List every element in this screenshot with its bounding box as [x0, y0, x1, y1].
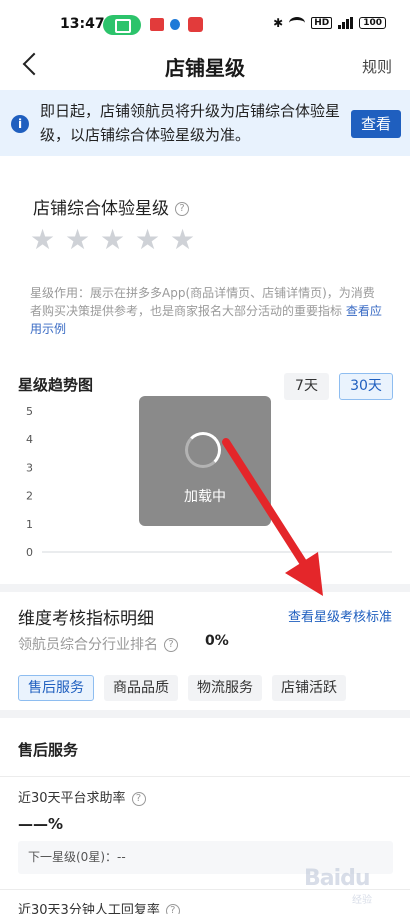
network-badge: HD [311, 17, 333, 29]
bluetooth-icon: ✱ [273, 16, 284, 30]
y-tick-label: 2 [26, 490, 33, 503]
dimension-tabs: 售后服务 商品品质 物流服务 店铺活跃 [18, 675, 346, 701]
help-rate-value: ——% [18, 815, 64, 833]
tab-logistics[interactable]: 物流服务 [188, 675, 262, 701]
help-icon[interactable]: ? [164, 638, 178, 652]
help-icon[interactable]: ? [175, 202, 189, 216]
star-icon: ★ [30, 223, 56, 256]
notice-view-button[interactable]: 查看 [351, 110, 401, 138]
star-description-text: 星级作用：展示在拼多多App(商品详情页、店铺详情页)，为消费者购买决策提供参考… [30, 286, 375, 318]
star-section-title-text: 店铺综合体验星级 [33, 199, 169, 219]
y-tick-label: 5 [26, 405, 33, 418]
trend-card: 星级趋势图 7天 30天 543210 加载中 [0, 356, 410, 584]
loading-spinner-icon [185, 432, 221, 468]
rank-value: 0% [205, 633, 229, 649]
reply-rate-label: 近30天3分钟人工回复率? [18, 899, 180, 914]
tab-product-quality[interactable]: 商品品质 [104, 675, 178, 701]
dimension-card: 维度考核指标明细 查看星级考核标准 领航员综合分行业排名? 0% 售后服务 商品… [0, 592, 410, 710]
signal-icon [338, 17, 354, 29]
status-icons: ✱ HD 100 [273, 16, 386, 30]
nav-bar: 店铺星级 规则 [0, 40, 410, 90]
y-tick-label: 3 [26, 461, 33, 474]
battery-icon: 100 [359, 17, 386, 29]
help-rate-label-text: 近30天平台求助率 [18, 791, 126, 806]
page-title: 店铺星级 [165, 56, 245, 80]
y-tick-label: 0 [26, 546, 33, 559]
y-tick-label: 4 [26, 433, 33, 446]
reply-rate-label-text: 近30天3分钟人工回复率 [18, 903, 160, 914]
y-tick-label: 1 [26, 518, 33, 531]
star-icon: ★ [100, 223, 126, 256]
loading-overlay: 加载中 [139, 396, 271, 526]
wifi-icon [289, 17, 306, 29]
status-time: 13:47 [60, 16, 105, 32]
tab-store-activity[interactable]: 店铺活跃 [272, 675, 346, 701]
info-icon: i [11, 115, 29, 133]
help-icon[interactable]: ? [165, 903, 180, 914]
store-star-card: 店铺综合体验星级? ★ ★ ★ ★ ★ 星级作用：展示在拼多多App(商品详情页… [0, 156, 410, 356]
star-icon: ★ [135, 223, 161, 256]
tab-after-sales[interactable]: 售后服务 [18, 675, 94, 701]
rank-label-text: 领航员综合分行业排名 [18, 637, 158, 653]
help-rate-label: 近30天平台求助率? [18, 787, 146, 806]
view-standard-link[interactable]: 查看星级考核标准 [288, 606, 392, 625]
screen-cast-icon [103, 15, 141, 35]
app-notification-icon [170, 19, 180, 30]
star-rating: ★ ★ ★ ★ ★ [30, 226, 198, 254]
rules-link[interactable]: 规则 [362, 56, 392, 77]
status-bar: 13:47 ✱ HD 100 [0, 0, 410, 40]
loading-text: 加载中 [184, 489, 226, 505]
app-notification-icon [188, 17, 203, 32]
after-sales-title: 售后服务 [18, 741, 79, 759]
notice-banner: i 即日起，店铺领航员将升级为店铺综合体验星级，以店铺综合体验星级为准。 查看 [0, 90, 410, 156]
star-description: 星级作用：展示在拼多多App(商品详情页、店铺详情页)，为消费者购买决策提供参考… [30, 284, 382, 338]
app-notification-icon [150, 18, 164, 31]
divider [0, 776, 410, 777]
watermark-sub: 经验 [352, 895, 372, 906]
watermark: Baidu 经验 [296, 862, 406, 906]
help-icon[interactable]: ? [131, 791, 146, 806]
notice-text: 即日起，店铺领航员将升级为店铺综合体验星级，以店铺综合体验星级为准。 [40, 102, 341, 144]
rank-label: 领航员综合分行业排名? [18, 634, 178, 654]
watermark-logo: Baidu [304, 866, 371, 891]
star-icon: ★ [170, 223, 196, 256]
star-icon: ★ [65, 223, 91, 256]
star-section-title: 店铺综合体验星级? [33, 194, 189, 219]
dimension-title: 维度考核指标明细 [18, 609, 154, 629]
